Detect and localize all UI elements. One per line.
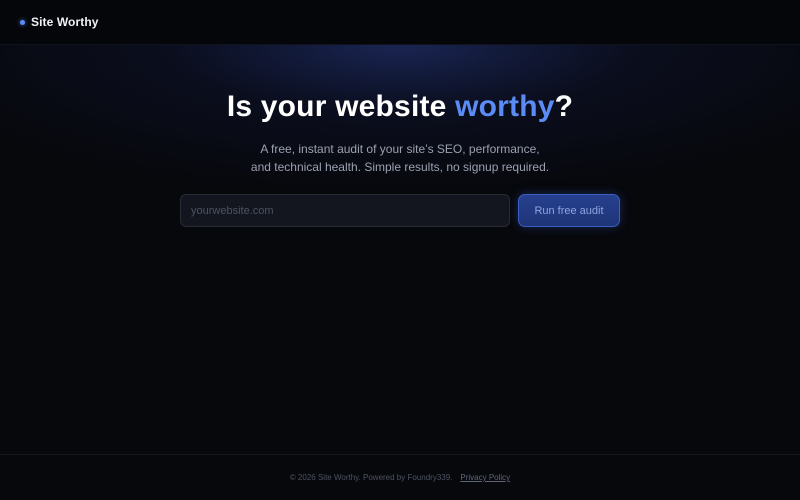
website-url-input[interactable] bbox=[180, 194, 510, 227]
hero-subtitle-line-1: A free, instant audit of your site’s SEO… bbox=[260, 142, 540, 156]
privacy-policy-link[interactable]: Privacy Policy bbox=[460, 473, 510, 482]
top-bar: Site Worthy bbox=[0, 0, 800, 45]
audit-form: Run free audit bbox=[180, 194, 620, 227]
brand-dot-icon bbox=[20, 19, 25, 25]
hero-title: Is your website worthy? bbox=[0, 88, 800, 126]
run-free-audit-button[interactable]: Run free audit bbox=[518, 194, 620, 227]
footer: © 2026 Site Worthy. Powered by Foundry33… bbox=[0, 454, 800, 500]
brand-name: Site Worthy bbox=[31, 15, 99, 29]
hero-section: Is your website worthy? A free, instant … bbox=[0, 88, 800, 176]
footer-copyright: © 2026 Site Worthy. Powered by Foundry33… bbox=[289, 473, 453, 482]
hero-subtitle: A free, instant audit of your site’s SEO… bbox=[0, 140, 800, 176]
hero-title-accent: worthy bbox=[455, 90, 555, 123]
hero-title-suffix: ? bbox=[554, 90, 574, 123]
hero-title-prefix: Is your website bbox=[226, 90, 456, 123]
hero-subtitle-line-2: and technical health. Simple results, no… bbox=[250, 160, 550, 174]
page: Site Worthy Is your website worthy? A fr… bbox=[0, 0, 800, 500]
brand-logo-link[interactable]: Site Worthy bbox=[20, 15, 99, 29]
